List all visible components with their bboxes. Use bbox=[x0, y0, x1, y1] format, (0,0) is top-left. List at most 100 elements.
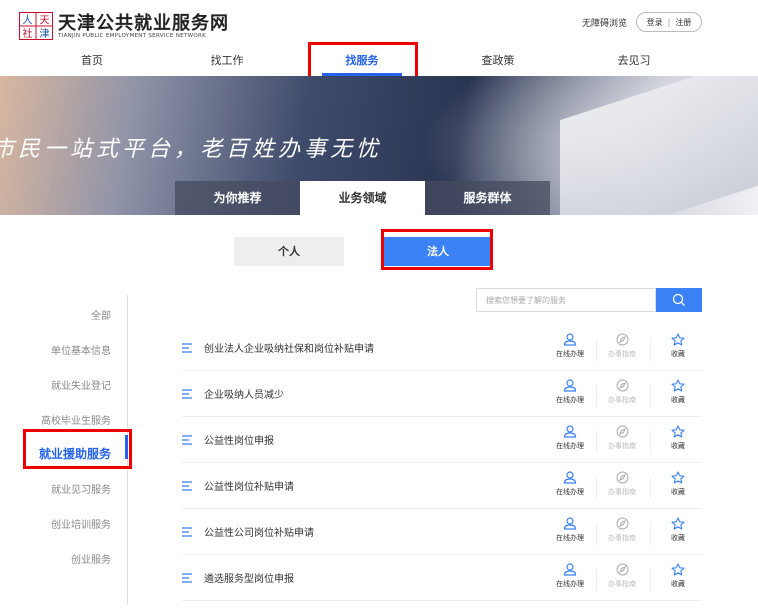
sidebar-item-all[interactable]: 全部 bbox=[91, 307, 111, 322]
user-handle-icon bbox=[563, 517, 577, 530]
compass-icon bbox=[616, 563, 628, 576]
favorite-button[interactable]: 收藏 bbox=[658, 517, 698, 543]
compass-icon bbox=[616, 425, 628, 438]
register-link[interactable]: 注册 bbox=[675, 17, 691, 28]
auth-divider: | bbox=[667, 17, 671, 27]
site-logo-icon[interactable]: 人 天 社 津 bbox=[19, 12, 53, 40]
sidebar-item-entrepreneurship-service[interactable]: 创业服务 bbox=[71, 551, 111, 566]
sidebar-item-employment-assistance[interactable]: 就业援助服务 bbox=[39, 445, 111, 462]
service-title[interactable]: 公益性公司岗位补贴申请 bbox=[204, 524, 314, 539]
search-button[interactable] bbox=[656, 288, 702, 312]
site-title[interactable]: 天津公共就业服务网 bbox=[58, 9, 229, 35]
favorite-button[interactable]: 收藏 bbox=[658, 379, 698, 405]
service-guide-button[interactable]: 办事指南 bbox=[602, 517, 642, 543]
service-title[interactable]: 公益性岗位补贴申请 bbox=[204, 478, 294, 493]
sidebar-item-entrepreneurship-training[interactable]: 创业培训服务 bbox=[51, 516, 111, 531]
compass-icon bbox=[616, 379, 628, 392]
online-apply-button[interactable]: 在线办理 bbox=[550, 379, 590, 405]
service-guide-label: 办事指南 bbox=[608, 534, 636, 542]
sidebar-item-graduate-service[interactable]: 高校毕业生服务 bbox=[41, 412, 111, 427]
service-search-input[interactable]: 搜索您想要了解的服务 bbox=[476, 288, 656, 312]
favorite-button[interactable]: 收藏 bbox=[658, 563, 698, 589]
online-apply-label: 在线办理 bbox=[556, 580, 584, 588]
service-row: 遴选服务型岗位申报在线办理 办事指南 收藏 bbox=[182, 555, 702, 601]
list-icon bbox=[182, 435, 192, 445]
site-header: 人 天 社 津 天津公共就业服务网 TIANJIN PUBLIC EMPLOYM… bbox=[0, 0, 758, 50]
action-divider bbox=[596, 385, 597, 407]
auth-box: 登录 | 注册 bbox=[636, 12, 702, 32]
star-icon bbox=[671, 379, 685, 392]
service-guide-button[interactable]: 办事指南 bbox=[602, 333, 642, 359]
online-apply-label: 在线办理 bbox=[556, 442, 584, 450]
action-divider bbox=[650, 385, 651, 407]
favorite-button[interactable]: 收藏 bbox=[658, 425, 698, 451]
online-apply-button[interactable]: 在线办理 bbox=[550, 471, 590, 497]
login-link[interactable]: 登录 bbox=[647, 17, 663, 28]
tab-recommend[interactable]: 为你推荐 bbox=[175, 181, 300, 215]
online-apply-label: 在线办理 bbox=[556, 534, 584, 542]
nav-internship[interactable]: 去见习 bbox=[594, 50, 674, 76]
online-apply-button[interactable]: 在线办理 bbox=[550, 425, 590, 451]
action-divider bbox=[650, 523, 651, 545]
service-title[interactable]: 企业吸纳人员减少 bbox=[204, 386, 284, 401]
star-icon bbox=[671, 425, 685, 438]
favorite-button[interactable]: 收藏 bbox=[658, 471, 698, 497]
action-divider bbox=[596, 477, 597, 499]
service-guide-button[interactable]: 办事指南 bbox=[602, 379, 642, 405]
nav-find-job[interactable]: 找工作 bbox=[187, 50, 267, 76]
tab-service-group[interactable]: 服务群体 bbox=[425, 181, 550, 215]
svg-text:社: 社 bbox=[23, 27, 33, 40]
list-icon bbox=[182, 527, 192, 537]
favorite-button[interactable]: 收藏 bbox=[658, 333, 698, 359]
service-title[interactable]: 创业法人企业吸纳社保和岗位补贴申请 bbox=[204, 340, 374, 355]
service-guide-button[interactable]: 办事指南 bbox=[602, 425, 642, 451]
user-handle-icon bbox=[563, 333, 577, 346]
toggle-legal-entity[interactable]: 法人 bbox=[383, 237, 493, 266]
compass-icon bbox=[616, 333, 628, 346]
online-apply-button[interactable]: 在线办理 bbox=[550, 563, 590, 589]
nav-home[interactable]: 首页 bbox=[52, 50, 132, 76]
action-divider bbox=[596, 431, 597, 453]
service-guide-label: 办事指南 bbox=[608, 580, 636, 588]
online-apply-button[interactable]: 在线办理 bbox=[550, 333, 590, 359]
service-row: 公益性岗位补贴申请在线办理 办事指南 收藏 bbox=[182, 463, 702, 509]
user-handle-icon bbox=[563, 425, 577, 438]
online-apply-label: 在线办理 bbox=[556, 396, 584, 404]
list-icon bbox=[182, 481, 192, 491]
user-handle-icon bbox=[563, 471, 577, 484]
svg-text:天: 天 bbox=[40, 16, 50, 27]
favorite-label: 收藏 bbox=[671, 580, 685, 588]
service-title[interactable]: 遴选服务型岗位申报 bbox=[204, 570, 294, 585]
service-guide-button[interactable]: 办事指南 bbox=[602, 471, 642, 497]
nav-policy[interactable]: 查政策 bbox=[458, 50, 538, 76]
sidebar-item-internship-service[interactable]: 就业见习服务 bbox=[51, 481, 111, 496]
action-divider bbox=[596, 569, 597, 591]
user-handle-icon bbox=[563, 379, 577, 392]
service-row: 公益性公司岗位补贴申请在线办理 办事指南 收藏 bbox=[182, 509, 702, 555]
service-guide-button[interactable]: 办事指南 bbox=[602, 563, 642, 589]
sidebar-item-unit-info[interactable]: 单位基本信息 bbox=[51, 342, 111, 357]
star-icon bbox=[671, 333, 685, 346]
main-nav: 首页 找工作 找服务 查政策 去见习 bbox=[0, 50, 758, 76]
action-divider bbox=[650, 569, 651, 591]
service-row: 公益性岗位申报在线办理 办事指南 收藏 bbox=[182, 417, 702, 463]
sidebar-active-marker bbox=[125, 435, 128, 459]
toggle-personal[interactable]: 个人 bbox=[234, 237, 344, 266]
online-apply-label: 在线办理 bbox=[556, 488, 584, 496]
hero-banner: 市民一站式平台，老百姓办事无忧 为你推荐 业务领域 服务群体 bbox=[0, 76, 758, 215]
accessibility-link[interactable]: 无障碍浏览 bbox=[582, 16, 627, 29]
star-icon bbox=[671, 517, 685, 530]
tab-business-area[interactable]: 业务领域 bbox=[300, 181, 425, 215]
online-apply-button[interactable]: 在线办理 bbox=[550, 517, 590, 543]
svg-text:人: 人 bbox=[23, 15, 33, 27]
service-title[interactable]: 公益性岗位申报 bbox=[204, 432, 274, 447]
compass-icon bbox=[616, 517, 628, 530]
service-guide-label: 办事指南 bbox=[608, 442, 636, 450]
banner-slogan: 市民一站式平台，老百姓办事无忧 bbox=[0, 137, 383, 162]
action-divider bbox=[596, 523, 597, 545]
sidebar-item-employment-registration[interactable]: 就业失业登记 bbox=[51, 377, 111, 392]
service-guide-label: 办事指南 bbox=[608, 396, 636, 404]
compass-icon bbox=[616, 471, 628, 484]
list-icon bbox=[182, 389, 192, 399]
online-apply-label: 在线办理 bbox=[556, 350, 584, 358]
